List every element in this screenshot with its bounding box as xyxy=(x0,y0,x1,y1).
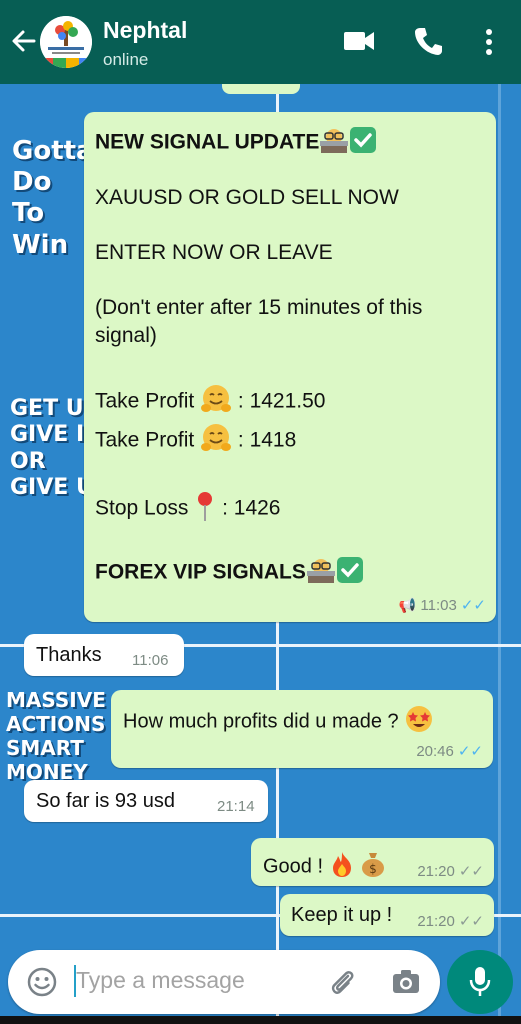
message-input[interactable]: Type a message xyxy=(76,967,245,994)
wallpaper-text: Gotta Do To Win xyxy=(12,136,94,260)
contact-name[interactable]: Nephtal xyxy=(103,17,187,44)
avatar[interactable] xyxy=(40,16,92,68)
back-arrow-icon[interactable] xyxy=(10,26,36,56)
voice-call-icon[interactable] xyxy=(414,26,442,61)
chat-header: Nephtal online xyxy=(0,0,521,84)
message-bubble-outgoing[interactable]: Good ! $ 21:20 ✓✓ xyxy=(251,838,494,886)
technologist-emoji-icon xyxy=(306,556,336,590)
message-text: Thanks xyxy=(36,644,102,666)
fire-emoji-icon xyxy=(329,850,355,884)
message-bubble-outgoing[interactable]: Keep it up ! 21:20 ✓✓ xyxy=(280,894,494,936)
signal-line: ENTER NOW OR LEAVE xyxy=(95,241,333,264)
forwarded-icon: 📢 xyxy=(398,597,417,613)
message-time: 11:03 xyxy=(420,597,457,614)
signal-line: XAUUSD OR GOLD SELL NOW xyxy=(95,186,399,209)
message-time: 21:14 xyxy=(217,798,255,815)
star-struck-emoji-icon xyxy=(404,704,434,740)
technologist-emoji-icon xyxy=(319,126,349,160)
signal-line: (Don't enter after 15 minutes of this xyxy=(95,296,423,319)
camera-icon[interactable] xyxy=(390,966,422,1003)
message-meta: 21:20 ✓✓ xyxy=(417,912,484,930)
signal-title: NEW SIGNAL UPDATE xyxy=(95,130,320,154)
read-ticks-icon: ✓✓ xyxy=(457,743,483,760)
take-profit-row: Take Profit : 1418 xyxy=(95,423,296,459)
pushpin-emoji-icon xyxy=(194,490,216,528)
message-composer[interactable]: Type a message xyxy=(8,950,440,1014)
mic-icon xyxy=(468,965,492,1004)
signal-footer: FOREX VIP SIGNALS xyxy=(95,560,306,584)
video-call-icon[interactable] xyxy=(343,28,375,59)
hugging-face-emoji-icon xyxy=(200,423,232,459)
message-meta: 21:20 ✓✓ xyxy=(417,862,484,880)
message-time: 21:20 xyxy=(417,863,455,880)
message-meta: 20:46 ✓✓ xyxy=(416,742,483,760)
message-text: So far is 93 usd xyxy=(36,790,175,812)
message-bubble-outgoing[interactable]: How much profits did u made ? 20:46 ✓✓ xyxy=(111,690,493,768)
contact-status: online xyxy=(103,50,149,69)
message-bubble-signal[interactable]: NEW SIGNAL UPDATE XAUUSD OR GOLD SELL NO… xyxy=(84,112,496,622)
message-time: 21:20 xyxy=(417,913,455,930)
signal-line: signal) xyxy=(95,324,157,347)
svg-text:$: $ xyxy=(369,862,377,876)
attach-icon[interactable] xyxy=(326,966,358,1003)
delivered-ticks-icon: ✓✓ xyxy=(458,913,484,930)
signal-title-row: NEW SIGNAL UPDATE xyxy=(95,126,377,160)
message-time: 20:46 xyxy=(416,743,454,760)
wallpaper-text: MASSIVE ACTIONS SMART MONEY xyxy=(6,688,106,784)
wallpaper-line xyxy=(498,84,501,1024)
emoji-icon[interactable] xyxy=(26,966,58,1003)
message-text-row: Good ! $ xyxy=(263,850,386,884)
signal-footer-row: FOREX VIP SIGNALS xyxy=(95,556,364,590)
message-meta: 📢 11:03 ✓✓ xyxy=(399,596,486,614)
delivered-ticks-icon: ✓✓ xyxy=(458,863,484,880)
hugging-face-emoji-icon xyxy=(200,384,232,420)
message-time: 11:06 xyxy=(132,652,169,669)
stop-loss-row: Stop Loss : 1426 xyxy=(95,490,280,528)
message-bubble-incoming[interactable]: So far is 93 usd 21:14 xyxy=(24,780,268,822)
previous-bubble-edge xyxy=(222,84,300,94)
message-text-row: How much profits did u made ? xyxy=(123,704,434,740)
check-mark-icon xyxy=(349,126,377,160)
bottom-edge xyxy=(0,1016,521,1024)
mic-button[interactable] xyxy=(447,950,513,1014)
take-profit-row: Take Profit : 1421.50 xyxy=(95,384,326,420)
more-options-icon[interactable] xyxy=(484,28,494,61)
read-ticks-icon: ✓✓ xyxy=(460,597,486,614)
money-bag-emoji-icon: $ xyxy=(360,850,386,884)
message-text: Keep it up ! xyxy=(291,904,393,926)
message-bubble-incoming[interactable]: Thanks 11:06 xyxy=(24,634,184,676)
check-mark-icon xyxy=(336,556,364,590)
